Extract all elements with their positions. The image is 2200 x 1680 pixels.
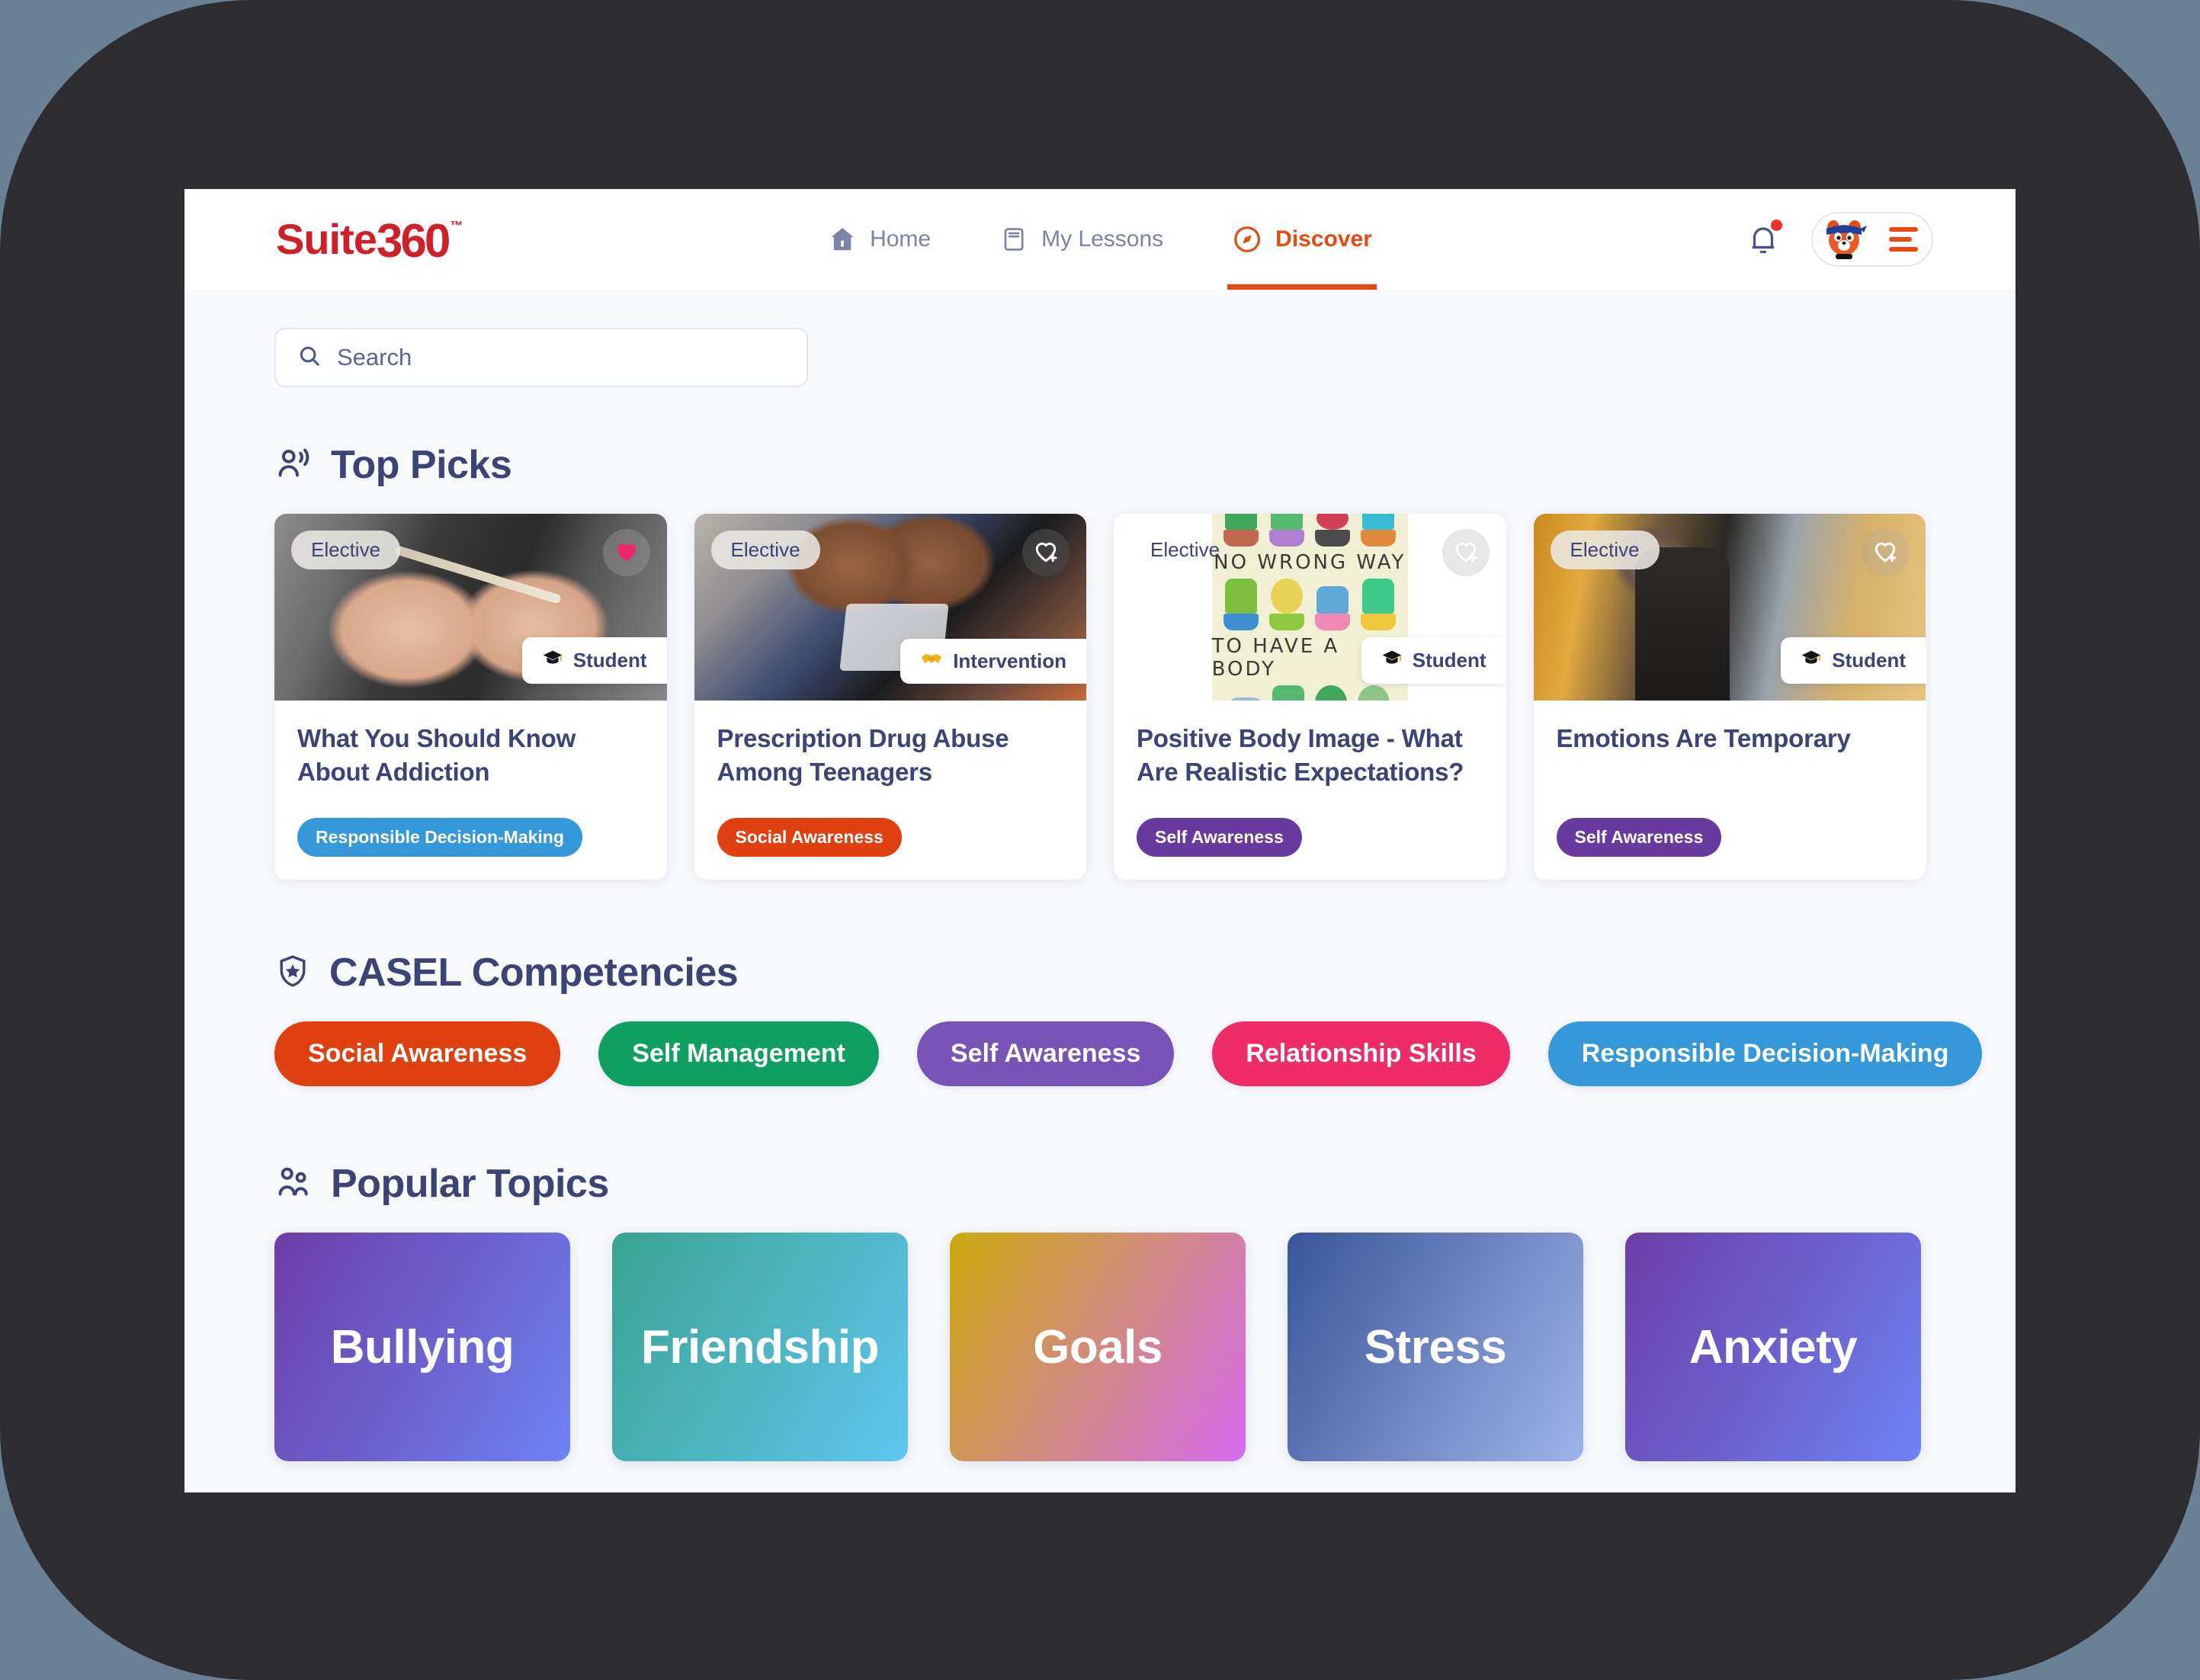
graduation-cap-icon xyxy=(1381,647,1403,674)
meta-chip-label: Student xyxy=(1412,649,1486,672)
nav-item-discover[interactable]: Discover xyxy=(1227,189,1377,290)
favorite-button[interactable] xyxy=(1442,529,1490,576)
page-content: Top Picks Elective xyxy=(184,290,2016,1461)
hamburger-menu-icon[interactable] xyxy=(1889,227,1918,252)
brand-name-suite: Suite xyxy=(276,215,377,263)
heart-plus-icon xyxy=(1031,537,1060,569)
badge-elective: Elective xyxy=(291,531,401,569)
card-title: What You Should Know About Addiction xyxy=(297,724,576,786)
compass-icon xyxy=(1232,224,1262,255)
heart-filled-icon xyxy=(613,537,640,569)
card-body: Prescription Drug Abuse Among Teenagers … xyxy=(694,701,1087,880)
card-media: Elective xyxy=(1533,514,1926,701)
topic-tile-bullying[interactable]: Bullying xyxy=(274,1233,570,1461)
meta-chip-label: Student xyxy=(1832,649,1906,672)
notification-bell-icon[interactable] xyxy=(1746,220,1782,259)
search-icon xyxy=(297,344,322,372)
brand-logo[interactable]: Suite 360 ™ xyxy=(276,215,463,268)
main-nav: Home My Lessons Discover xyxy=(823,189,1377,290)
section-header-top-picks: Top Picks xyxy=(274,442,1926,488)
handshake-icon xyxy=(920,649,943,674)
topic-tile-goals[interactable]: Goals xyxy=(950,1233,1246,1461)
brand-name-360: 360 xyxy=(376,215,451,268)
two-people-icon xyxy=(274,1163,313,1205)
card-title: Positive Body Image - What Are Realistic… xyxy=(1137,724,1464,786)
nav-item-home[interactable]: Home xyxy=(823,189,935,290)
search-bar[interactable] xyxy=(274,328,808,387)
nav-label-discover: Discover xyxy=(1275,226,1372,252)
card-media: Elective xyxy=(274,514,667,701)
meta-chip-student: Student xyxy=(1361,637,1506,684)
meta-chip-label: Intervention xyxy=(953,649,1066,672)
favorite-button[interactable] xyxy=(1022,529,1070,576)
top-picks-row: Elective Student What You Should Know Ab… xyxy=(274,514,1926,880)
topic-tile-friendship[interactable]: Friendship xyxy=(612,1233,908,1461)
graduation-cap-icon xyxy=(1801,647,1822,674)
notification-unread-dot xyxy=(1771,220,1782,231)
casel-pill-self-awareness[interactable]: Self Awareness xyxy=(916,1021,1175,1086)
shield-star-icon xyxy=(274,953,311,993)
casel-competency-list: Social Awareness Self Management Self Aw… xyxy=(274,1021,1983,1086)
meta-chip-intervention: Intervention xyxy=(900,639,1086,684)
app-header: Suite 360 ™ Home My Lessons Discover xyxy=(184,189,2016,290)
lesson-card-emotions-are-temporary[interactable]: Elective Student Emotions Are Temporary … xyxy=(1533,514,1926,880)
app-panel: Suite 360 ™ Home My Lessons Discover Sea… xyxy=(184,189,2016,1492)
casel-pill-self-management[interactable]: Self Management xyxy=(598,1021,879,1086)
casel-pill-relationship-skills[interactable]: Relationship Skills xyxy=(1212,1021,1510,1086)
cactus-row-bottom xyxy=(1230,685,1390,701)
avatar xyxy=(1820,216,1868,263)
heart-plus-icon xyxy=(1871,537,1900,569)
card-title: Prescription Drug Abuse Among Teenagers xyxy=(717,724,1009,786)
search-input[interactable] xyxy=(337,344,785,371)
badge-elective: Elective xyxy=(1550,531,1660,569)
meta-chip-student: Student xyxy=(521,637,667,684)
card-tag[interactable]: Responsible Decision-Making xyxy=(297,818,582,857)
header-actions xyxy=(1746,189,1933,290)
brand-trademark: ™ xyxy=(450,219,463,233)
meta-chip-label: Student xyxy=(572,649,647,672)
home-icon xyxy=(828,225,857,254)
section-title-casel: CASEL Competencies xyxy=(329,951,739,995)
lesson-card-addiction[interactable]: Elective Student What You Should Know Ab… xyxy=(274,514,667,880)
cactus-row-middle xyxy=(1223,578,1397,630)
card-tag[interactable]: Self Awareness xyxy=(1556,818,1722,857)
nav-label-home: Home xyxy=(870,226,932,252)
profile-menu-button[interactable] xyxy=(1811,212,1933,267)
cactus-row-top xyxy=(1223,514,1397,547)
section-title-popular-topics: Popular Topics xyxy=(331,1162,609,1206)
section-header-popular-topics: Popular Topics xyxy=(274,1161,1926,1207)
topic-tile-stress[interactable]: Stress xyxy=(1288,1233,1583,1461)
book-icon xyxy=(999,225,1028,254)
lesson-card-positive-body-image[interactable]: NO WRONG WAY TO HAVE A BODY Elective Stu… xyxy=(1114,514,1506,880)
card-body: Positive Body Image - What Are Realistic… xyxy=(1114,701,1506,880)
device-frame: Suite 360 ™ Home My Lessons Discover Sea… xyxy=(0,0,2200,1680)
card-tag[interactable]: Self Awareness xyxy=(1137,818,1302,857)
person-broadcast-icon xyxy=(274,444,313,486)
section-title-top-picks: Top Picks xyxy=(331,443,512,487)
favorite-button[interactable] xyxy=(602,529,650,576)
nav-label-my-lessons: My Lessons xyxy=(1041,226,1164,252)
meta-chip-student: Student xyxy=(1781,637,1926,684)
card-media: Elective xyxy=(694,514,1086,701)
popular-topics-row: Bullying Friendship Goals Stress Anxiety xyxy=(274,1233,1926,1461)
card-tag[interactable]: Social Awareness xyxy=(717,818,902,857)
casel-pill-social-awareness[interactable]: Social Awareness xyxy=(274,1021,561,1086)
badge-elective: Elective xyxy=(710,531,820,569)
image-text-line-1: NO WRONG WAY xyxy=(1214,550,1406,574)
topic-tile-anxiety[interactable]: Anxiety xyxy=(1625,1233,1921,1461)
card-body: Emotions Are Temporary Self Awareness xyxy=(1534,701,1926,880)
heart-plus-icon xyxy=(1451,537,1480,569)
badge-elective: Elective xyxy=(1150,538,1220,561)
card-body: What You Should Know About Addiction Res… xyxy=(274,701,667,880)
lesson-card-prescription-drug-abuse[interactable]: Elective Intervention Prescription Drug … xyxy=(694,514,1087,880)
section-header-casel: CASEL Competencies xyxy=(274,950,1926,995)
card-media: NO WRONG WAY TO HAVE A BODY Elective Stu… xyxy=(1114,514,1506,701)
casel-pill-responsible-decision-making[interactable]: Responsible Decision-Making xyxy=(1547,1021,1983,1086)
graduation-cap-icon xyxy=(542,647,563,674)
favorite-button[interactable] xyxy=(1862,529,1909,576)
card-title: Emotions Are Temporary xyxy=(1556,724,1851,752)
nav-item-my-lessons[interactable]: My Lessons xyxy=(995,189,1168,290)
